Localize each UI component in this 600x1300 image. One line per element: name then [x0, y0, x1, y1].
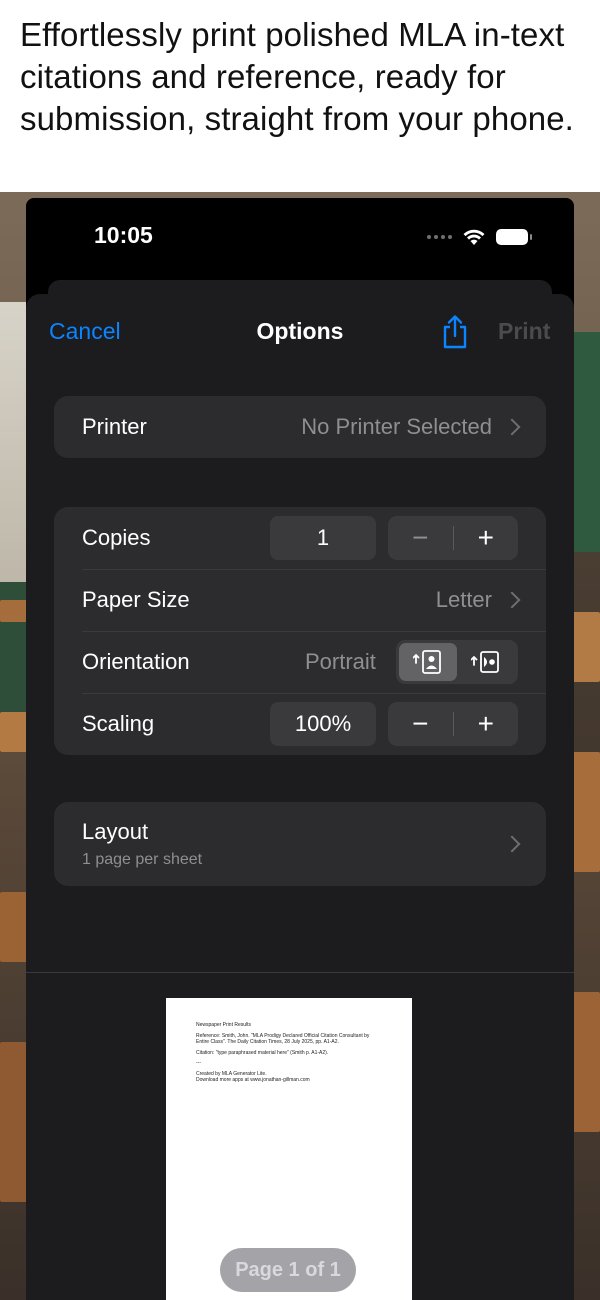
orientation-label: Orientation: [82, 649, 190, 674]
preview-divider: [26, 972, 574, 973]
copies-row: Copies 1 − +: [54, 507, 546, 569]
preview-line: Reference: Smith, John. "MLA Prodigy Dec…: [196, 1032, 370, 1046]
preview-line: Newspaper Print Results: [196, 1022, 252, 1028]
scaling-increment-button[interactable]: +: [454, 702, 519, 746]
copies-increment-button[interactable]: +: [454, 516, 519, 560]
printer-group: Printer No Printer Selected: [54, 396, 546, 458]
share-icon[interactable]: [440, 314, 470, 350]
preview-line: ---: [196, 1060, 201, 1066]
copies-label: Copies: [82, 525, 151, 550]
copies-field[interactable]: 1: [270, 516, 376, 560]
layout-row[interactable]: Layout 1 page per sheet: [54, 802, 546, 886]
printer-label: Printer: [82, 414, 147, 439]
battery-icon: [496, 229, 532, 245]
paper-size-row[interactable]: Paper Size Letter: [54, 569, 546, 631]
scaling-decrement-button[interactable]: −: [388, 702, 453, 746]
status-time: 10:05: [94, 222, 153, 248]
portrait-orientation-icon[interactable]: [399, 643, 457, 681]
copies-stepper: − +: [388, 516, 518, 560]
scaling-row: Scaling 100% − +: [54, 693, 546, 755]
nav-bar: Cancel Options Print: [26, 294, 574, 370]
wifi-icon: [463, 229, 485, 245]
cellular-dots-icon: [427, 235, 452, 239]
status-bar: 10:05: [26, 198, 574, 278]
orientation-value: Portrait: [305, 649, 376, 674]
orientation-row: Orientation Portrait: [54, 631, 546, 693]
cancel-button[interactable]: Cancel: [49, 318, 121, 345]
layout-group: Layout 1 page per sheet: [54, 802, 546, 886]
layout-value: 1 page per sheet: [82, 851, 203, 868]
chevron-right-icon: [503, 835, 521, 853]
scaling-stepper: − +: [388, 702, 518, 746]
scaling-field[interactable]: 100%: [270, 702, 376, 746]
landscape-orientation-icon[interactable]: [457, 643, 515, 681]
printer-value: No Printer Selected: [301, 414, 492, 439]
print-options-sheet: Cancel Options Print Printer No Printer …: [26, 294, 574, 1300]
printer-row[interactable]: Printer No Printer Selected: [54, 396, 546, 458]
paper-size-label: Paper Size: [82, 587, 190, 612]
phone-screen: 10:05 Cancel Options Print Printer No Pr…: [26, 198, 574, 1300]
paper-size-value: Letter: [435, 587, 492, 612]
chevron-right-icon: [503, 591, 521, 609]
orientation-segmented-control: [396, 640, 518, 684]
marketing-headline: Effortlessly print polished MLA in-text …: [20, 16, 574, 137]
scaling-label: Scaling: [82, 711, 155, 736]
layout-label: Layout: [82, 819, 149, 844]
settings-group: Copies 1 − + Paper Size Letter Orientati…: [54, 507, 546, 755]
page-indicator: Page 1 of 1: [220, 1248, 356, 1292]
preview-line: Citation: "type paraphrased material her…: [196, 1049, 329, 1056]
chevron-right-icon: [503, 418, 521, 436]
preview-line: Download more apps at www.jonathan-gillm…: [196, 1077, 310, 1083]
print-button[interactable]: Print: [498, 318, 550, 345]
copies-decrement-button[interactable]: −: [388, 516, 453, 560]
